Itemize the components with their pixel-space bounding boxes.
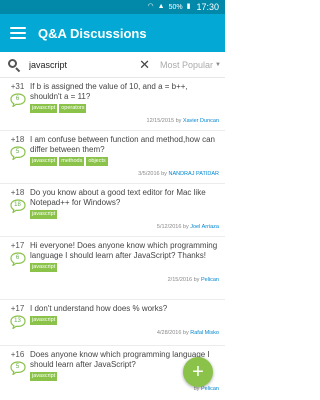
- author-link[interactable]: Pelican: [201, 277, 219, 283]
- answers-count: 13: [14, 318, 21, 324]
- search-input[interactable]: [29, 59, 140, 70]
- question-meta: 12/15/2015 by Xavier Duncan: [146, 118, 219, 124]
- author-link[interactable]: Xavier Duncan: [183, 118, 219, 124]
- answers-bubble-icon: 5: [9, 361, 26, 375]
- tag-chip[interactable]: operators: [59, 104, 87, 113]
- close-icon[interactable]: ✕: [139, 58, 150, 71]
- answers-count: 5: [15, 364, 20, 370]
- list-item[interactable]: +17 13 I don't understand how does % wor…: [0, 300, 225, 346]
- signal-icon: ▲: [157, 3, 165, 10]
- app-bar: Q&A Discussions: [0, 14, 225, 52]
- list-item[interactable]: +18 5 I am confuse between function and …: [0, 131, 225, 184]
- search-icon[interactable]: [8, 58, 21, 72]
- answers-bubble-icon: 5: [9, 146, 26, 160]
- battery-icon: ▮: [186, 3, 191, 10]
- tag-chip[interactable]: javascript: [30, 210, 58, 219]
- question-date: 12/15/2015: [146, 118, 175, 124]
- tag-chip[interactable]: javascript: [30, 372, 58, 381]
- author-link[interactable]: Rafal Misko: [190, 330, 219, 336]
- vote-score: +31: [10, 82, 25, 91]
- clock: 17:30: [196, 2, 219, 12]
- question-meta: by Pelican: [193, 386, 219, 392]
- vote-score: +18: [10, 135, 25, 144]
- list-item[interactable]: +31 6 If b is assigned the value of 10, …: [0, 78, 225, 131]
- question-title: I don't understand how does % works?: [30, 304, 168, 313]
- list-item[interactable]: +18 18 Do you know about a good text edi…: [0, 184, 225, 237]
- answers-count: 18: [14, 202, 21, 208]
- answers-bubble-icon: 6: [9, 93, 26, 107]
- answers-count: 6: [15, 255, 20, 261]
- question-date: 4/28/2016: [156, 330, 182, 336]
- author-link[interactable]: Pelican: [201, 386, 219, 392]
- question-date: 3/5/2016: [138, 171, 160, 177]
- question-meta: 5/12/2016 by Joel Arriaza: [156, 224, 219, 230]
- battery-percent: 50%: [168, 3, 183, 11]
- vote-score: +16: [10, 350, 25, 359]
- tag-chip[interactable]: javascript: [30, 316, 58, 325]
- vote-score: +17: [10, 241, 25, 250]
- answers-count: 6: [15, 96, 20, 102]
- question-title: If b is assigned the value of 10, and a …: [30, 82, 188, 101]
- tag-chip[interactable]: methods: [59, 157, 85, 166]
- answers-bubble-icon: 6: [9, 252, 26, 266]
- tag-chip[interactable]: javascript: [30, 157, 58, 166]
- list-item[interactable]: +17 6 Hi everyone! Does anyone know whic…: [0, 237, 225, 300]
- page-title: Q&A Discussions: [38, 25, 147, 41]
- answers-count: 5: [15, 149, 20, 155]
- question-date: 2/15/2016: [167, 277, 193, 283]
- question-title: I am confuse between function and method…: [30, 135, 216, 154]
- question-meta: 2/15/2016 by Pelican: [167, 277, 219, 283]
- sort-label: Most Popular: [160, 59, 214, 70]
- search-bar: ✕ Most Popular ▼: [0, 52, 225, 78]
- vote-score: +17: [10, 304, 25, 313]
- menu-icon[interactable]: [10, 27, 26, 39]
- vote-score: +18: [10, 188, 25, 197]
- author-link[interactable]: Joel Arriaza: [190, 224, 219, 230]
- author-link[interactable]: NANDRAJ PATIDAR: [168, 171, 219, 177]
- question-title: Hi everyone! Does anyone know which prog…: [30, 241, 218, 260]
- add-question-button[interactable]: +: [183, 357, 213, 387]
- wifi-icon: ◠: [147, 3, 154, 10]
- tag-chip[interactable]: javascript: [30, 104, 58, 113]
- question-title: Do you know about a good text editor for…: [30, 188, 206, 207]
- tag-chip[interactable]: objects: [86, 157, 108, 166]
- tag-chip[interactable]: javascript: [30, 263, 58, 272]
- question-list: +31 6 If b is assigned the value of 10, …: [0, 78, 225, 399]
- answers-bubble-icon: 13: [9, 315, 26, 329]
- chevron-down-icon: ▼: [215, 61, 221, 68]
- question-date: 5/12/2016: [156, 224, 182, 230]
- answers-bubble-icon: 18: [9, 199, 26, 213]
- status-bar: ◠ ▲ 50% ▮ 17:30: [0, 0, 225, 14]
- sort-dropdown[interactable]: Most Popular ▼: [160, 60, 221, 70]
- question-meta: 4/28/2016 by Rafal Misko: [156, 330, 219, 336]
- question-meta: 3/5/2016 by NANDRAJ PATIDAR: [138, 171, 219, 177]
